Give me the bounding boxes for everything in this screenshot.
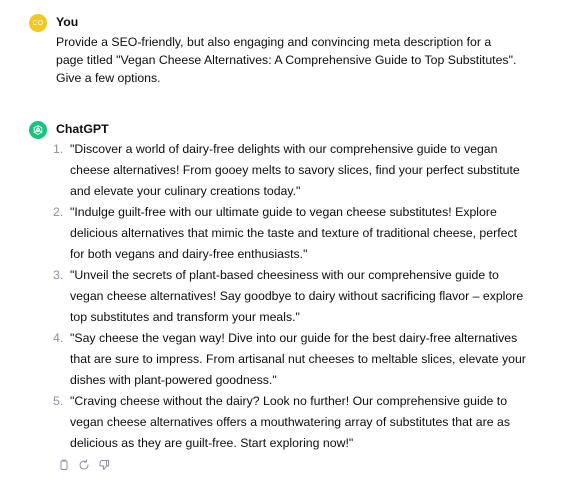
- user-message-text: Provide a SEO-friendly, but also engagin…: [56, 35, 517, 85]
- list-item-text: "Craving cheese without the dairy? Look …: [70, 394, 510, 450]
- list-item-number: 2.: [53, 205, 64, 219]
- user-avatar-initials: CO: [32, 19, 44, 27]
- list-item-number: 5.: [53, 394, 64, 408]
- list-item: 4. "Say cheese the vegan way! Dive into …: [53, 328, 526, 391]
- list-item-number: 4.: [53, 331, 64, 345]
- list-item-number: 1.: [53, 142, 64, 156]
- copy-icon[interactable]: [57, 458, 70, 471]
- list-item-text: "Discover a world of dairy-free delights…: [70, 142, 520, 198]
- list-item-number: 3.: [53, 268, 64, 282]
- list-item-text: "Indulge guilt-free with our ultimate gu…: [70, 205, 518, 261]
- list-item: 1. "Discover a world of dairy-free delig…: [53, 139, 526, 202]
- list-item: 3. "Unveil the secrets of plant-based ch…: [53, 265, 526, 328]
- regenerate-icon[interactable]: [77, 458, 90, 471]
- list-item: 2. "Indulge guilt-free with our ultimate…: [53, 202, 526, 265]
- thumbs-down-icon[interactable]: [97, 458, 110, 471]
- list-item-text: "Unveil the secrets of plant-based chees…: [70, 268, 524, 324]
- list-item: 5. "Craving cheese without the dairy? Lo…: [53, 391, 526, 454]
- assistant-author-name: ChatGPT: [56, 122, 109, 136]
- answer-list: 1. "Discover a world of dairy-free delig…: [53, 139, 526, 454]
- list-item-text: "Say cheese the vegan way! Dive into our…: [70, 331, 526, 387]
- user-author-name: You: [56, 15, 79, 29]
- user-avatar: CO: [29, 14, 47, 32]
- message-actions: [57, 458, 110, 471]
- openai-logo-icon: [29, 121, 47, 139]
